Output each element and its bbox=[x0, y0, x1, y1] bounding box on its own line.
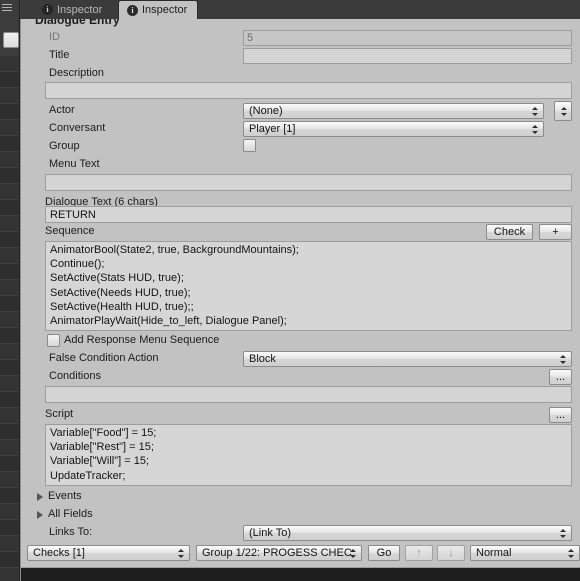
foldout-label: All Fields bbox=[48, 508, 93, 520]
false-condition-action-value: Block bbox=[249, 353, 276, 365]
link-entry-toolbar: Checks [1] Group 1/22: PROGESS CHEC Go ↑… bbox=[21, 545, 580, 563]
chevron-updown-icon bbox=[532, 125, 539, 134]
actor-value: (None) bbox=[249, 105, 283, 117]
row-sequence-header: Sequence Check + bbox=[21, 224, 580, 241]
row-actor: Actor (None) bbox=[21, 101, 580, 121]
row-conditions-header: Conditions ... bbox=[21, 369, 580, 386]
script-label: Script bbox=[45, 408, 74, 420]
row-group: Group bbox=[21, 139, 580, 156]
chevron-updown-icon bbox=[560, 529, 567, 538]
sequence-input[interactable]: AnimatorBool(State2, true, BackgroundMou… bbox=[45, 241, 572, 331]
conversant-value: Player [1] bbox=[249, 123, 296, 135]
row-id: ID 5 bbox=[21, 30, 580, 47]
adjacent-panel-field[interactable] bbox=[3, 32, 19, 48]
false-condition-action-label: False Condition Action bbox=[49, 352, 159, 364]
title-input[interactable] bbox=[243, 48, 572, 64]
checks-dropdown[interactable]: Checks [1] bbox=[27, 545, 190, 561]
adjacent-panel-list[interactable] bbox=[0, 56, 19, 581]
dialogue-text-input[interactable]: RETURN bbox=[45, 206, 572, 223]
chevron-updown-icon bbox=[560, 107, 568, 116]
conditions-label: Conditions bbox=[49, 370, 101, 382]
title-label: Title bbox=[49, 49, 70, 61]
id-label: ID bbox=[49, 31, 60, 43]
group-label: Group bbox=[49, 140, 80, 152]
row-script-header: Script ... bbox=[21, 407, 580, 424]
row-false-condition-action: False Condition Action Block bbox=[21, 351, 580, 368]
id-value: 5 bbox=[243, 30, 572, 46]
link-to-value: (Link To) bbox=[249, 527, 291, 539]
script-input[interactable]: Variable["Food"] = 15; Variable["Rest"] … bbox=[45, 424, 572, 486]
go-button[interactable]: Go bbox=[368, 545, 400, 561]
menu-text-input[interactable] bbox=[45, 174, 572, 191]
row-description-label: Description bbox=[21, 66, 580, 83]
actor-label: Actor bbox=[49, 104, 75, 116]
row-conversant: Conversant Player [1] bbox=[21, 121, 580, 138]
links-to-label: Links To: bbox=[49, 526, 93, 538]
tab-inspector-2[interactable]: i Inspector bbox=[118, 0, 199, 19]
link-to-dropdown[interactable]: (Link To) bbox=[243, 525, 572, 541]
add-response-menu-sequence-label: Add Response Menu Sequence bbox=[64, 334, 220, 346]
info-icon: i bbox=[127, 4, 138, 16]
chevron-right-icon bbox=[37, 493, 43, 501]
conditions-menu-button[interactable]: ... bbox=[549, 369, 572, 385]
row-add-response-menu-sequence: Add Response Menu Sequence bbox=[21, 333, 580, 350]
group-checkbox[interactable] bbox=[243, 139, 256, 152]
tab-label: Inspector bbox=[57, 3, 103, 16]
add-response-menu-sequence-checkbox[interactable] bbox=[47, 334, 60, 347]
actor-dropdown[interactable]: (None) bbox=[243, 103, 544, 119]
row-menu-text-label: Menu Text bbox=[21, 157, 580, 174]
bottom-area bbox=[21, 568, 580, 581]
group-dropdown[interactable]: Group 1/22: PROGESS CHEC bbox=[196, 545, 362, 561]
chevron-right-icon bbox=[37, 511, 43, 519]
group-value: Group 1/22: PROGESS CHEC bbox=[202, 547, 352, 559]
info-icon: i bbox=[42, 4, 53, 15]
conditions-input[interactable] bbox=[45, 386, 572, 403]
chevron-updown-icon bbox=[350, 549, 357, 558]
tab-label: Inspector bbox=[142, 4, 188, 16]
chevron-updown-icon bbox=[532, 107, 539, 116]
checks-value: Checks [1] bbox=[33, 547, 85, 559]
page-title: Dialogue Entry bbox=[35, 19, 120, 27]
sequence-label: Sequence bbox=[45, 225, 95, 237]
false-condition-action-dropdown[interactable]: Block bbox=[243, 351, 572, 367]
conversant-dropdown[interactable]: Player [1] bbox=[243, 121, 544, 137]
inspector-panel: Dialogue Entry ID 5 Title Description Ac… bbox=[20, 19, 580, 581]
description-input[interactable] bbox=[45, 82, 572, 99]
move-up-button[interactable]: ↑ bbox=[405, 545, 433, 561]
unity-inspector-window: i Inspector i Inspector Dialogue Entry I… bbox=[0, 0, 580, 581]
foldout-label: Events bbox=[48, 490, 82, 502]
description-label: Description bbox=[49, 67, 105, 79]
chevron-updown-icon bbox=[568, 549, 575, 558]
sequence-add-button[interactable]: + bbox=[539, 224, 572, 240]
tab-inspector-1[interactable]: i Inspector bbox=[34, 0, 113, 19]
actor-picker-button[interactable] bbox=[554, 101, 572, 121]
priority-value: Normal bbox=[476, 547, 512, 559]
conversant-label: Conversant bbox=[49, 122, 106, 134]
row-title: Title bbox=[21, 48, 580, 65]
chevron-updown-icon bbox=[178, 549, 185, 558]
menu-text-label: Menu Text bbox=[49, 158, 100, 170]
row-links-to: Links To: (Link To) bbox=[21, 525, 580, 542]
priority-dropdown[interactable]: Normal bbox=[470, 545, 580, 561]
sequence-check-button[interactable]: Check bbox=[486, 224, 533, 240]
chevron-updown-icon bbox=[560, 355, 567, 364]
left-panel-strip bbox=[0, 0, 20, 581]
tab-bar: i Inspector i Inspector bbox=[20, 0, 580, 19]
script-menu-button[interactable]: ... bbox=[549, 407, 572, 423]
move-down-button[interactable]: ↓ bbox=[437, 545, 465, 561]
menu-icon[interactable] bbox=[2, 4, 12, 12]
